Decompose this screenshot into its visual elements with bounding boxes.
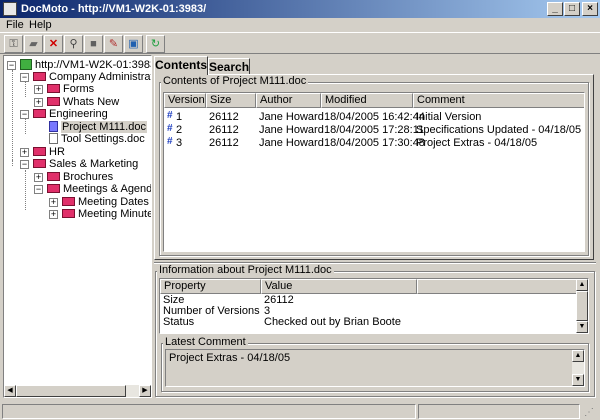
server-icon	[20, 59, 32, 70]
refresh-button[interactable]: ↻	[146, 35, 165, 53]
resize-grip-icon[interactable]: ⋰	[584, 406, 598, 419]
latest-comment-textarea[interactable]: Project Extras - 04/18/05 ▲ ▼	[165, 349, 585, 387]
menu-file[interactable]: File	[6, 19, 24, 31]
folder-icon	[62, 197, 75, 206]
monitor-icon: ▣	[128, 38, 139, 50]
close-button[interactable]: ×	[582, 2, 598, 16]
document-icon	[49, 133, 58, 144]
toolbar: ⚿ ▰ ✕ ⚲ ■ ✎ ▣ ↻	[0, 32, 600, 54]
folder-icon	[62, 209, 75, 218]
tree-item-tool-settings[interactable]: Tool Settings.doc	[49, 133, 145, 146]
window-title: DocMoto - http://VM1-W2K-01:3983/	[21, 3, 207, 15]
scroll-thumb[interactable]	[16, 385, 126, 397]
chat-icon: ▰	[29, 38, 38, 50]
scroll-thumb[interactable]	[576, 291, 588, 321]
title-bar[interactable]: DocMoto - http://VM1-W2K-01:3983/ _ □ ×	[0, 0, 600, 18]
folder-icon	[33, 72, 46, 81]
edit-document-button[interactable]: ✎	[104, 35, 123, 53]
column-header-comment[interactable]: Comment	[413, 93, 584, 108]
scroll-up-icon[interactable]: ▲	[572, 350, 584, 362]
scroll-down-icon[interactable]: ▼	[572, 374, 584, 386]
delete-icon: ✕	[48, 38, 59, 50]
versions-list[interactable]: Version Size Author Modified Comment # 1…	[163, 92, 585, 252]
folder-tree[interactable]: − http://VM1-W2K-01:3983/ − Company Admi…	[3, 55, 152, 398]
key-icon: ⚿	[9, 38, 18, 50]
scroll-left-icon[interactable]: ◀	[4, 385, 16, 397]
folder-icon	[33, 147, 46, 156]
menu-bar: File Help	[0, 18, 600, 32]
edit-document-icon: ✎	[108, 38, 119, 50]
scroll-up-icon[interactable]: ▲	[576, 279, 588, 291]
column-header-modified[interactable]: Modified	[321, 93, 413, 108]
properties-vertical-scrollbar[interactable]: ▲ ▼	[576, 279, 588, 333]
app-icon	[3, 2, 17, 16]
delete-button[interactable]: ✕	[44, 35, 63, 53]
monitor-button[interactable]: ▣	[124, 35, 143, 53]
stop-icon: ■	[90, 38, 97, 50]
scroll-right-icon[interactable]: ▶	[139, 385, 151, 397]
search-button[interactable]: ⚲	[64, 35, 83, 53]
folder-icon	[47, 172, 60, 181]
status-bar: ⋰	[0, 402, 600, 420]
stop-button[interactable]: ■	[84, 35, 103, 53]
chat-button[interactable]: ▰	[24, 35, 43, 53]
information-group-title: Information about Project M111.doc	[157, 264, 334, 276]
properties-list[interactable]: Property Value Size 26112 Number of Vers…	[159, 278, 589, 334]
folder-icon	[47, 97, 60, 106]
folder-icon	[47, 184, 60, 193]
refresh-icon: ↻	[150, 38, 161, 50]
scroll-down-icon[interactable]: ▼	[576, 321, 588, 333]
tree-horizontal-scrollbar[interactable]: ◀ ▶	[4, 385, 151, 397]
latest-comment-title: Latest Comment	[163, 336, 248, 348]
contents-group-title: Contents of Project M111.doc	[161, 75, 309, 87]
column-header-value[interactable]: Value	[261, 279, 417, 294]
contents-tab-panel: Contents of Project M111.doc Version Siz…	[154, 74, 594, 260]
key-button[interactable]: ⚿	[4, 35, 23, 53]
folder-icon	[33, 109, 46, 118]
column-header-version[interactable]: Version	[164, 93, 206, 108]
tab-contents[interactable]: Contents	[154, 56, 208, 75]
status-pane-secondary	[418, 404, 580, 419]
folder-icon	[47, 84, 60, 93]
folder-icon	[33, 159, 46, 168]
status-pane-main	[2, 404, 416, 419]
menu-help[interactable]: Help	[29, 19, 52, 31]
column-header-author[interactable]: Author	[256, 93, 321, 108]
search-icon: ⚲	[69, 38, 78, 50]
column-header-property[interactable]: Property	[160, 279, 261, 294]
comment-vertical-scrollbar[interactable]: ▲ ▼	[572, 350, 584, 386]
column-header-filler	[417, 279, 577, 294]
minimize-button[interactable]: _	[547, 2, 563, 16]
maximize-button[interactable]: □	[564, 2, 580, 16]
document-icon	[49, 121, 58, 132]
column-header-size[interactable]: Size	[206, 93, 256, 108]
